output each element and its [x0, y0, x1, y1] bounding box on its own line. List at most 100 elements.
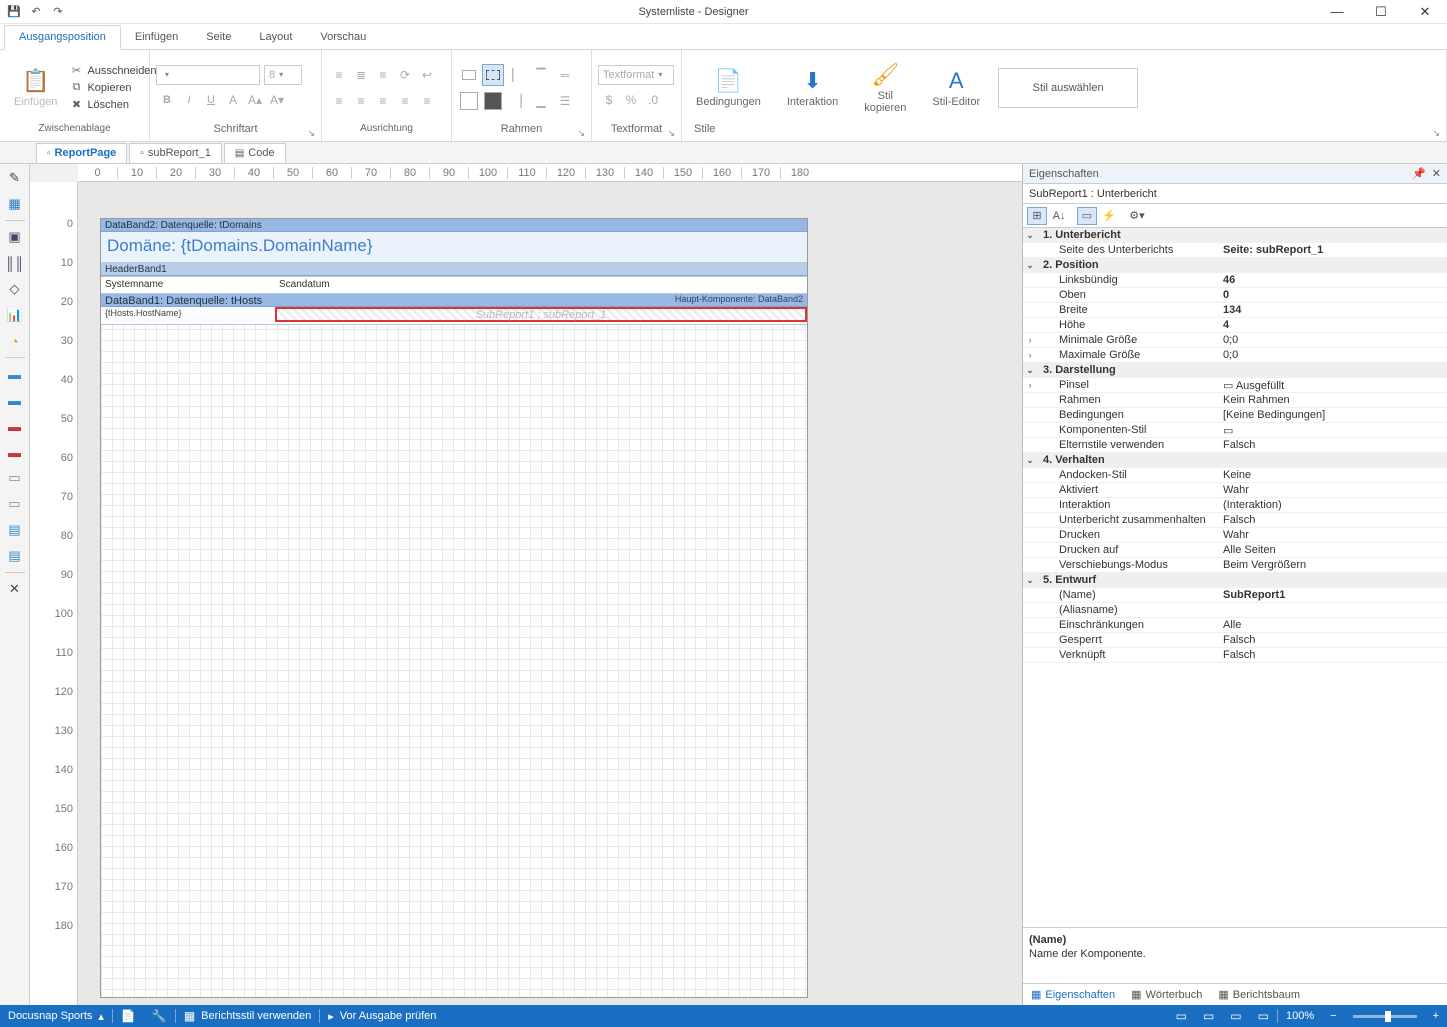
zoom-level[interactable]: 100% — [1278, 1005, 1322, 1027]
border-all-button[interactable] — [458, 64, 480, 86]
tool-settings[interactable]: ✕ — [5, 579, 25, 599]
foot-tab-properties[interactable]: ▦Eigenschaften — [1023, 984, 1123, 1005]
prop-row[interactable]: ⌄2. Position — [1023, 258, 1447, 273]
tool-image[interactable]: ▣ — [5, 227, 25, 247]
border-top-button[interactable]: ▔ — [530, 64, 552, 86]
prop-categorized-button[interactable]: ⊞ — [1027, 207, 1047, 225]
prop-events-button[interactable]: ⚡ — [1099, 207, 1119, 225]
align-middle-button[interactable]: ≣ — [350, 64, 372, 86]
tool-pointer[interactable]: ✎ — [5, 168, 25, 188]
border-bottom-button[interactable]: ▁ — [530, 90, 552, 112]
prop-row[interactable]: GesperrtFalsch — [1023, 633, 1447, 648]
foot-tab-reporttree[interactable]: ▦Berichtsbaum — [1210, 984, 1308, 1005]
selected-object-combo[interactable]: SubReport1 : Unterbericht — [1023, 184, 1447, 204]
style-select-combo[interactable]: Stil auswählen — [998, 68, 1138, 108]
doctab-reportpage[interactable]: ▫ReportPage — [36, 143, 127, 163]
align-right-button[interactable]: ≡ — [372, 90, 394, 112]
view-4-icon[interactable]: ▭ — [1258, 1009, 1269, 1023]
font-family-combo[interactable]: ▾ — [156, 65, 260, 85]
prop-row[interactable]: ⌄4. Verhalten — [1023, 453, 1447, 468]
design-canvas[interactable]: 0102030405060708090100110120130140150160… — [30, 164, 1022, 1005]
tool-band-5[interactable]: ▭ — [5, 468, 25, 488]
grow-font-button[interactable]: A▴ — [244, 89, 266, 111]
prop-row[interactable]: Elternstile verwendenFalsch — [1023, 438, 1447, 453]
tool-chart[interactable]: 📊 — [5, 305, 25, 325]
align-center-button[interactable]: ≡ — [350, 90, 372, 112]
status-style[interactable]: ▦Berichtsstil verwenden — [176, 1005, 319, 1027]
style-editor-button[interactable]: AStil-Editor — [924, 64, 988, 112]
host-field[interactable]: {tHosts.HostName} — [101, 307, 275, 324]
zoom-out-button[interactable]: − — [1322, 1005, 1344, 1027]
style-copy-button[interactable]: 🖌Stil kopieren — [856, 58, 914, 118]
prop-row[interactable]: Unterbericht zusammenhaltenFalsch — [1023, 513, 1447, 528]
col-scandatum[interactable]: Scandatum — [275, 277, 334, 293]
wrap-button[interactable]: ↩ — [416, 64, 438, 86]
prop-filter-button[interactable]: ▭ — [1077, 207, 1097, 225]
tool-band-6[interactable]: ▭ — [5, 494, 25, 514]
prop-row[interactable]: Oben0 — [1023, 288, 1447, 303]
undo-icon[interactable]: ↶ — [28, 4, 44, 20]
prop-row[interactable]: AktiviertWahr — [1023, 483, 1447, 498]
minimize-button[interactable]: — — [1315, 0, 1359, 24]
shrink-font-button[interactable]: A▾ — [266, 89, 288, 111]
textformat-dialog-launcher[interactable]: ↘ — [667, 128, 675, 139]
tab-home[interactable]: Ausgangsposition — [4, 25, 121, 50]
prop-row[interactable]: Bedingungen[Keine Bedingungen] — [1023, 408, 1447, 423]
prop-row[interactable]: Seite des UnterberichtsSeite: subReport_… — [1023, 243, 1447, 258]
font-color-button[interactable]: A — [222, 89, 244, 111]
prop-row[interactable]: RahmenKein Rahmen — [1023, 393, 1447, 408]
prop-row[interactable]: ›Pinsel▭ Ausgefüllt — [1023, 378, 1447, 393]
prop-row[interactable]: (Name)SubReport1 — [1023, 588, 1447, 603]
prop-row[interactable]: VerknüpftFalsch — [1023, 648, 1447, 663]
redo-icon[interactable]: ↷ — [50, 4, 66, 20]
align-bottom-button[interactable]: ≡ — [372, 64, 394, 86]
headerband1[interactable]: HeaderBand1 Systemname Scandatum — [101, 263, 807, 294]
status-check[interactable]: ▸Vor Ausgabe prüfen — [320, 1005, 444, 1027]
prop-alpha-button[interactable]: A↓ — [1049, 207, 1069, 225]
conditions-button[interactable]: 📄Bedingungen — [688, 64, 769, 112]
tab-preview[interactable]: Vorschau — [306, 26, 380, 49]
tool-band-1[interactable]: ▬ — [5, 364, 25, 384]
databand2[interactable]: DataBand2: Datenquelle: tDomains Domäne:… — [101, 219, 807, 263]
prop-row[interactable]: ⌄1. Unterbericht — [1023, 228, 1447, 243]
prop-row[interactable]: (Aliasname) — [1023, 603, 1447, 618]
italic-button[interactable]: I — [178, 89, 200, 111]
border-color-button[interactable] — [482, 90, 504, 112]
tool-band-4[interactable]: ▬ — [5, 442, 25, 462]
page-setup-icon[interactable]: 📄 — [121, 1009, 136, 1023]
font-size-combo[interactable]: 8▾ — [264, 65, 302, 85]
foot-tab-dictionary[interactable]: ▦Wörterbuch — [1123, 984, 1210, 1005]
border-left-button[interactable]: ▏ — [506, 64, 528, 86]
tool-text[interactable]: ▦ — [5, 194, 25, 214]
border-dialog-launcher[interactable]: ↘ — [577, 128, 585, 139]
border-width-button[interactable]: ☰ — [554, 90, 576, 112]
zoom-in-button[interactable]: + — [1425, 1005, 1447, 1027]
zoom-slider[interactable] — [1345, 1005, 1425, 1027]
cut-button[interactable]: ✂Ausschneiden — [69, 63, 156, 78]
prop-row[interactable]: Andocken-StilKeine — [1023, 468, 1447, 483]
prop-row[interactable]: Komponenten-Stil▭ — [1023, 423, 1447, 438]
border-none-button[interactable] — [482, 64, 504, 86]
prop-row[interactable]: Höhe4 — [1023, 318, 1447, 333]
style-dialog-launcher[interactable]: ↘ — [1432, 128, 1440, 139]
align-justify-button[interactable]: ≡ — [394, 90, 416, 112]
save-icon[interactable]: 💾 — [6, 4, 22, 20]
align-top-button[interactable]: ≡ — [328, 64, 350, 86]
fill-color-button[interactable] — [458, 90, 480, 112]
close-button[interactable]: ✕ — [1403, 0, 1447, 24]
paste-button[interactable]: 📋 Einfügen — [6, 64, 65, 112]
tool-band-8[interactable]: ▤ — [5, 546, 25, 566]
close-panel-icon[interactable]: ✕ — [1432, 167, 1441, 180]
tab-layout[interactable]: Layout — [245, 26, 306, 49]
maximize-button[interactable]: ☐ — [1359, 0, 1403, 24]
prop-row[interactable]: Verschiebungs-ModusBeim Vergrößern — [1023, 558, 1447, 573]
textformat-combo[interactable]: Textformat▾ — [598, 65, 674, 85]
pin-icon[interactable]: 📌 — [1412, 167, 1426, 180]
tool-band-7[interactable]: ▤ — [5, 520, 25, 540]
tab-page[interactable]: Seite — [192, 26, 245, 49]
domain-text[interactable]: Domäne: {tDomains.DomainName} — [101, 232, 807, 260]
tool-band-3[interactable]: ▬ — [5, 416, 25, 436]
view-2-icon[interactable]: ▭ — [1203, 1009, 1214, 1023]
tab-insert[interactable]: Einfügen — [121, 26, 192, 49]
properties-grid[interactable]: ⌄1. UnterberichtSeite des UnterberichtsS… — [1023, 228, 1447, 927]
